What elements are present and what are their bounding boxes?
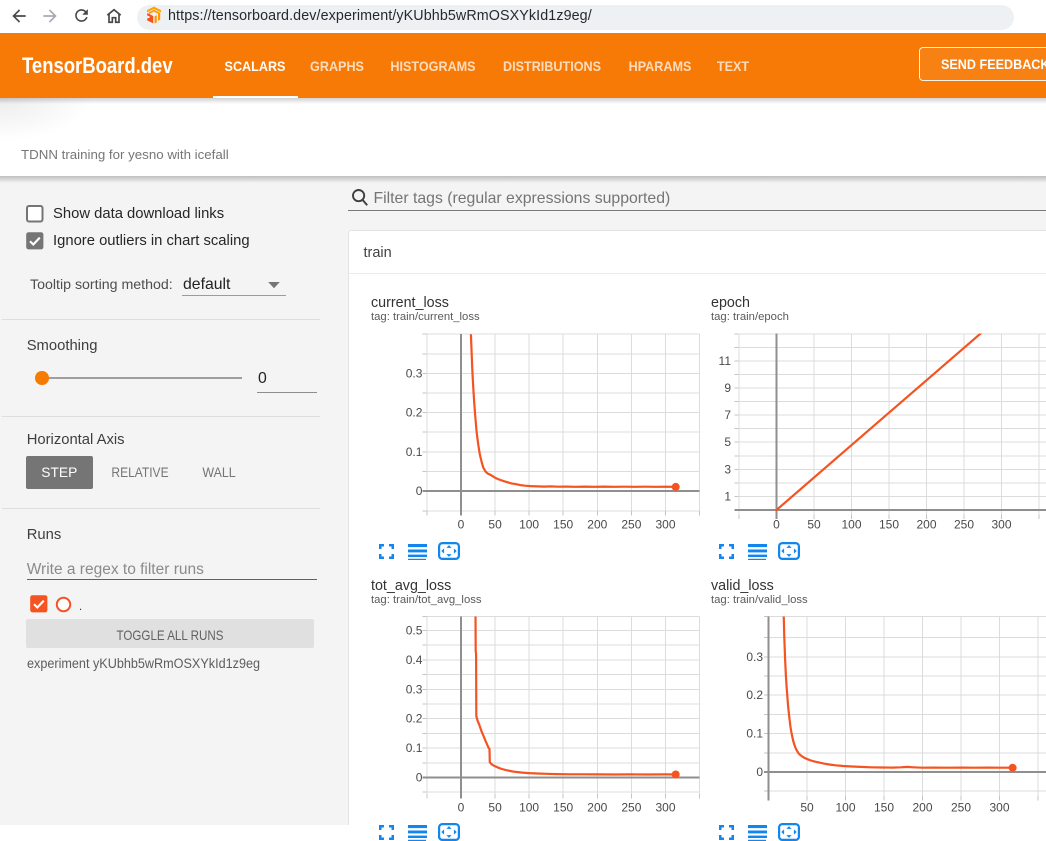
svg-text:300: 300 <box>655 801 675 815</box>
svg-text:11: 11 <box>719 354 732 368</box>
svg-text:300: 300 <box>655 518 675 532</box>
svg-text:9: 9 <box>724 381 731 395</box>
svg-text:7: 7 <box>724 408 731 422</box>
svg-text:200: 200 <box>587 518 607 532</box>
svg-text:50: 50 <box>800 801 814 815</box>
svg-text:250: 250 <box>621 518 641 532</box>
svg-text:0.1: 0.1 <box>406 741 423 755</box>
svg-text:0: 0 <box>773 518 780 532</box>
svg-text:200: 200 <box>912 801 932 815</box>
svg-text:300: 300 <box>989 801 1009 815</box>
svg-text:0.3: 0.3 <box>406 366 423 380</box>
svg-text:0: 0 <box>416 771 423 785</box>
svg-text:300: 300 <box>991 518 1011 532</box>
svg-text:0.2: 0.2 <box>406 712 423 726</box>
svg-text:0.4: 0.4 <box>406 653 423 667</box>
svg-text:200: 200 <box>916 518 936 532</box>
svg-text:5: 5 <box>724 435 731 449</box>
svg-text:0.1: 0.1 <box>406 445 423 459</box>
svg-text:100: 100 <box>519 518 539 532</box>
svg-text:50: 50 <box>488 518 502 532</box>
svg-text:0.2: 0.2 <box>746 688 763 702</box>
svg-text:0.5: 0.5 <box>406 624 423 638</box>
svg-text:250: 250 <box>621 801 641 815</box>
svg-text:200: 200 <box>587 801 607 815</box>
svg-text:0.3: 0.3 <box>406 682 423 696</box>
svg-text:250: 250 <box>954 518 974 532</box>
svg-text:50: 50 <box>807 518 821 532</box>
svg-text:3: 3 <box>724 462 731 476</box>
svg-text:0: 0 <box>458 801 465 815</box>
svg-text:50: 50 <box>488 801 502 815</box>
svg-text:100: 100 <box>835 801 855 815</box>
svg-text:0.1: 0.1 <box>746 727 763 741</box>
svg-text:150: 150 <box>553 518 573 532</box>
svg-text:150: 150 <box>879 518 899 532</box>
svg-text:150: 150 <box>553 801 573 815</box>
svg-text:0.3: 0.3 <box>746 650 763 664</box>
svg-text:0.2: 0.2 <box>406 406 423 420</box>
svg-text:0: 0 <box>458 518 465 532</box>
svg-text:0: 0 <box>756 765 763 779</box>
svg-text:250: 250 <box>951 801 971 815</box>
svg-text:1: 1 <box>724 489 731 503</box>
svg-text:0: 0 <box>416 484 423 498</box>
svg-text:150: 150 <box>874 801 894 815</box>
svg-text:100: 100 <box>519 801 539 815</box>
svg-text:100: 100 <box>841 518 861 532</box>
